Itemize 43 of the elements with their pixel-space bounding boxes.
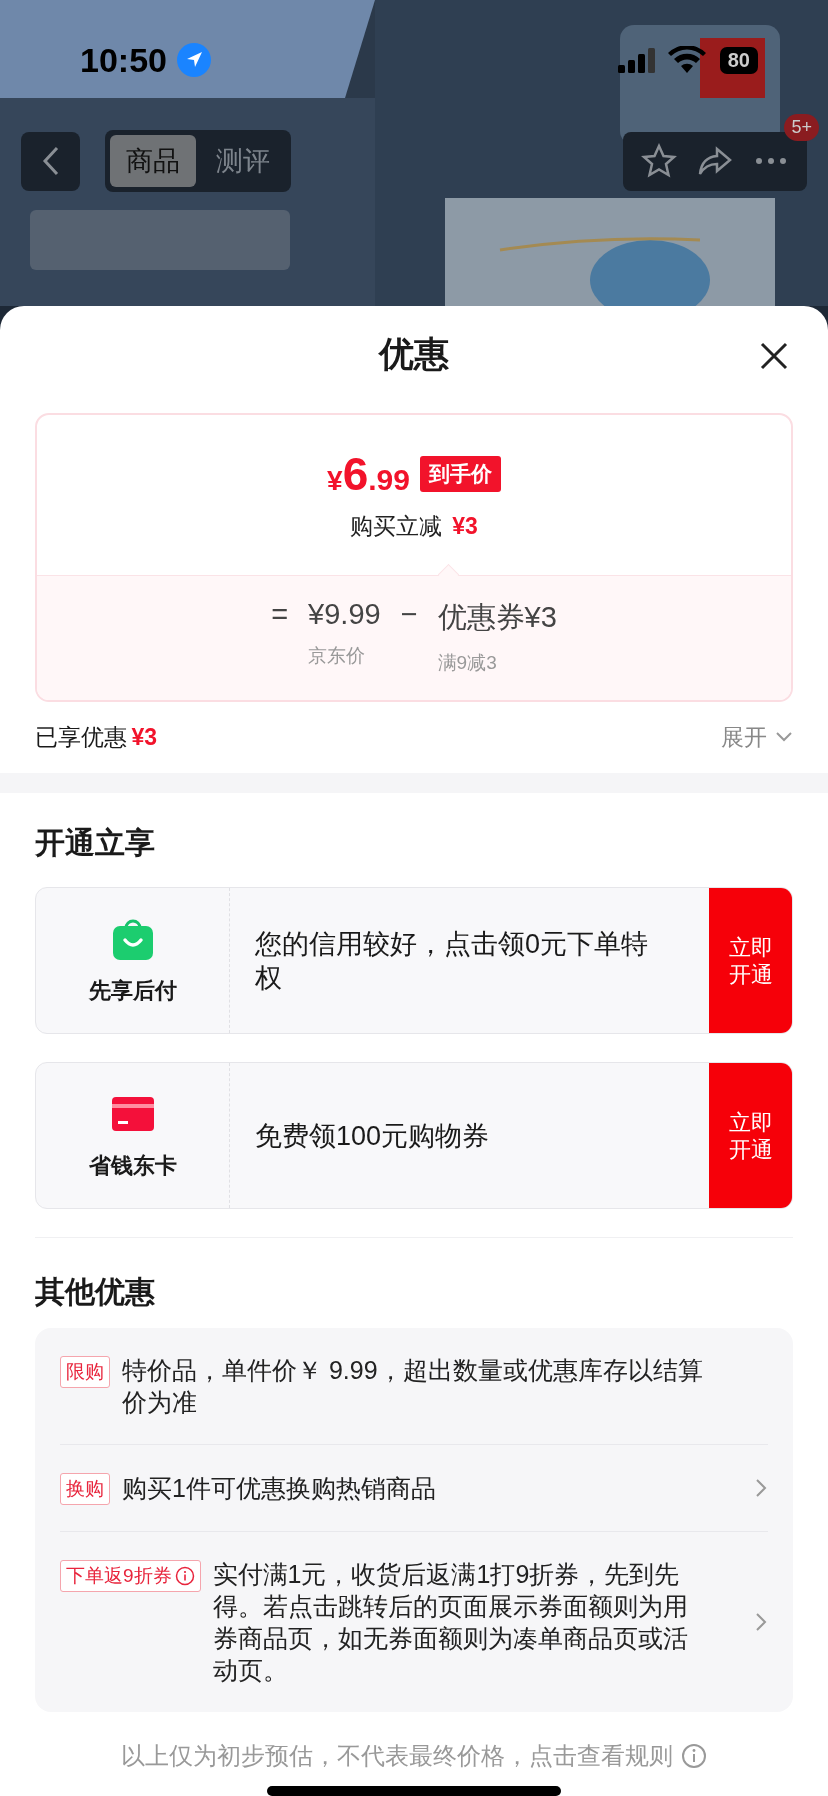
signal-icon <box>617 47 658 73</box>
chevron-icon <box>40 145 61 177</box>
discount-value: ¥3 <box>452 513 478 541</box>
enjoyed-label: 已享优惠 <box>35 722 127 752</box>
base-price-label: 京东价 <box>308 643 366 668</box>
equals-sign: = <box>271 597 289 632</box>
section-heading: 开通立享 <box>35 824 156 861</box>
enjoyed-value: ¥3 <box>131 723 158 751</box>
wifi-icon <box>667 46 706 74</box>
expand-button[interactable]: 展开 <box>721 721 793 753</box>
offer-description: 实付满1元，收货后返满1打9折券，先到先得。若点击跳转后的页面展示券面额则为用券商品页，如无券面额则为凑单商品页或活动页。 <box>212 1559 689 1686</box>
offer-text: 您的信用较好，点击领0元下单特权 <box>254 927 650 995</box>
chevron-icon[interactable] <box>754 1477 768 1499</box>
offer-name: 先享后付 <box>88 976 177 1005</box>
offer-tag: 下单返9折券 <box>60 1560 201 1592</box>
section-heading: 其他优惠 <box>35 1273 156 1310</box>
offer-description: 特价品，单件价￥ 9.99，超出数量或优惠库存以结算价为准 <box>122 1355 704 1418</box>
activate-button[interactable]: 立即开通 <box>709 888 792 1033</box>
status-time: 10:50 <box>80 40 167 80</box>
activate-button[interactable]: 立即开通 <box>709 1063 792 1208</box>
location-icon <box>176 43 211 77</box>
chevron-icon <box>775 731 793 744</box>
info-icon[interactable] <box>174 1566 195 1586</box>
offer-tag: 换购 <box>60 1473 110 1505</box>
discount-label: 购买立减 <box>350 512 443 542</box>
final-price-label: 到手价 <box>419 456 501 493</box>
final-price: ¥6.99 <box>327 447 410 502</box>
tab[interactable]: 测评 <box>200 135 286 187</box>
coupon-rule: 满9减3 <box>437 650 497 675</box>
chevron-icon[interactable] <box>754 1611 768 1633</box>
tab[interactable]: 商品 <box>110 135 196 187</box>
offer-tag: 限购 <box>60 1356 110 1388</box>
coupon-amount: 优惠券¥3 <box>437 599 557 635</box>
offer-text: 免费领100元购物券 <box>254 1119 491 1153</box>
minus-sign: − <box>400 597 418 632</box>
info-icon[interactable] <box>681 1743 707 1769</box>
base-price: ¥9.99 <box>308 597 381 631</box>
star-icon[interactable] <box>641 143 677 179</box>
back-button[interactable] <box>21 131 80 191</box>
offer-name: 省钱东卡 <box>88 1151 177 1180</box>
disclaimer-text[interactable]: 以上仅为初步预估，不代表最终价格，点击查看规则 <box>121 1740 673 1772</box>
offer-description: 购买1件可优惠换购热销商品 <box>122 1473 437 1504</box>
sheet-title: 优惠 <box>379 332 449 375</box>
